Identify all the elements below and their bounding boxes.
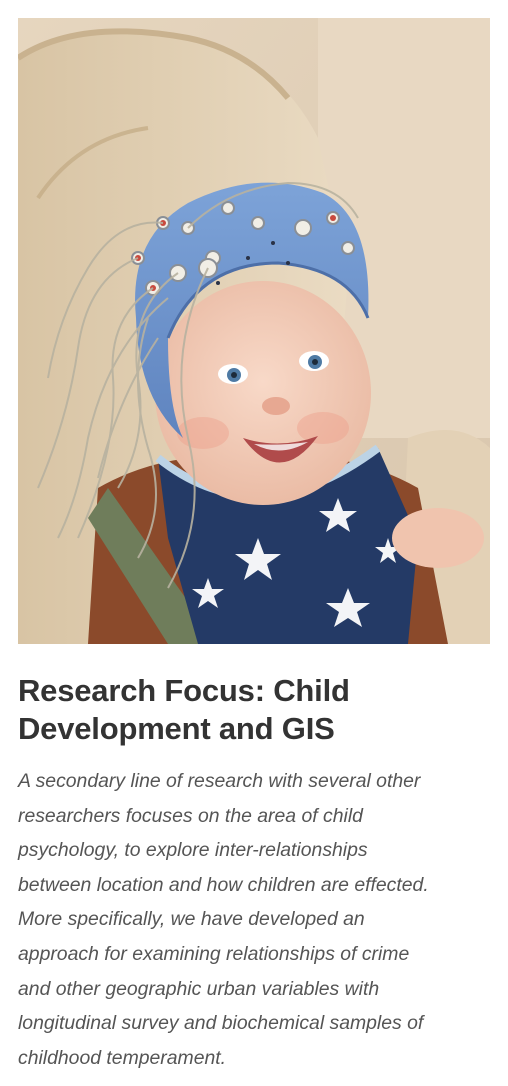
baby-eeg-photo xyxy=(18,18,490,644)
body-line: and other geographic urban variables wit… xyxy=(18,977,380,1000)
section-description: A secondary line of research with severa… xyxy=(18,764,488,1075)
body-line: approach for examining relationships of … xyxy=(18,942,410,965)
section-title: Research Focus: Child Development and GI… xyxy=(18,672,490,748)
body-line: A secondary line of research with severa… xyxy=(18,770,421,792)
research-focus-card: Research Focus: Child Development and GI… xyxy=(0,0,508,1086)
body-line: More specifically, we have developed an xyxy=(18,908,365,931)
body-line: psychology, to explore inter-relationshi… xyxy=(18,839,368,862)
body-line: childhood temperament. xyxy=(18,1046,227,1069)
research-photo xyxy=(18,18,490,644)
title-line: Research Focus: Child xyxy=(18,673,350,708)
body-line: between location and how children are ef… xyxy=(18,873,429,896)
title-line: Development and GIS xyxy=(18,711,335,746)
body-line: longitudinal survey and biochemical samp… xyxy=(18,1012,424,1035)
body-line: researchers focuses on the area of child xyxy=(18,804,363,827)
